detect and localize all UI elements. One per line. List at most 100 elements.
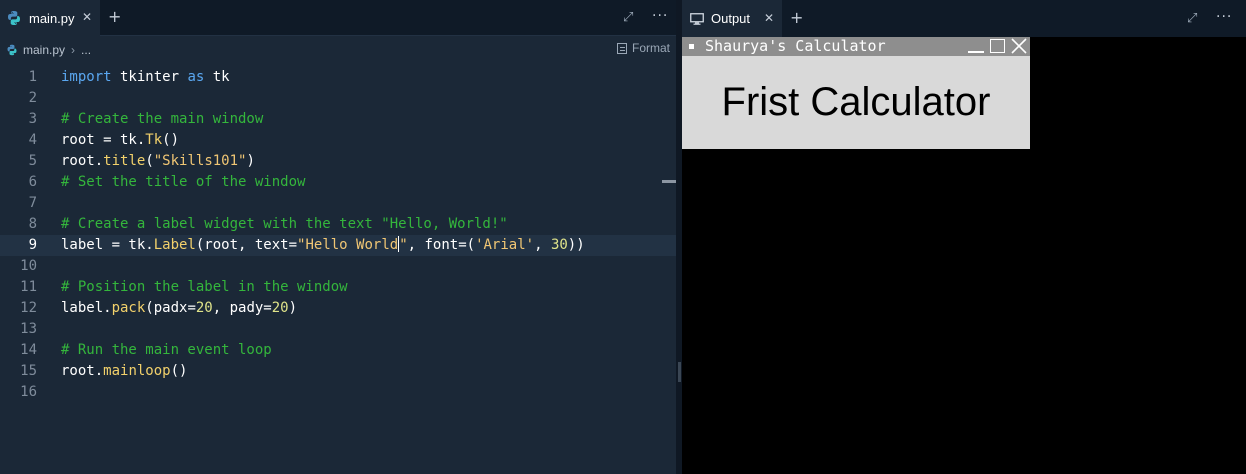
code-token: 'Arial'	[475, 237, 535, 253]
code-token: 30	[550, 237, 568, 253]
code-line[interactable]: 7	[0, 193, 676, 214]
expand-icon[interactable]: ⤢	[623, 10, 633, 25]
editor-tabbar: main.py ✕ + ⤢ ···	[0, 0, 676, 36]
line-source: label = tk.Label(root, text="Hello World…	[61, 235, 585, 256]
tk-window-title: Shaurya's Calculator	[705, 37, 886, 55]
tk-app-window[interactable]: Shaurya's Calculator Frist Calculator	[682, 37, 1030, 149]
code-token: # Create the main window	[61, 111, 264, 127]
python-file-icon	[8, 11, 20, 25]
add-tab-button[interactable]: +	[108, 7, 121, 26]
code-line[interactable]: 5 root.title("Skills101")	[0, 151, 676, 172]
code-line[interactable]: 3 # Create the main window	[0, 109, 676, 130]
code-line[interactable]: 12 label.pack(padx=20, pady=20)	[0, 298, 676, 319]
code-token: pack	[111, 300, 146, 316]
code-line[interactable]: 14 # Run the main event loop	[0, 340, 676, 361]
line-number: 10	[20, 258, 37, 274]
code-token: import	[61, 69, 112, 85]
code-token: # Run the main event loop	[61, 342, 272, 358]
close-icon[interactable]	[1011, 38, 1027, 54]
ide-window: main.py ✕ + ⤢ ··· main.py › ... Format 1…	[0, 0, 1246, 474]
close-icon[interactable]: ✕	[82, 10, 92, 24]
minimize-icon[interactable]	[968, 51, 984, 53]
code-token: tk	[204, 69, 230, 85]
expand-icon[interactable]: ⤢	[1187, 11, 1197, 26]
code-token: ()	[162, 132, 180, 148]
code-token: # Create a label widget with the text "H…	[61, 216, 508, 232]
code-token: Tk	[145, 132, 163, 148]
line-number: 13	[20, 321, 37, 337]
code-line[interactable]: 15 root.mainloop()	[0, 361, 676, 382]
output-pane: Output ✕ + ⤢ ··· Shaurya's Calculator Fr…	[682, 0, 1246, 474]
line-number: 2	[28, 90, 37, 106]
line-source: root.title("Skills101")	[61, 151, 255, 172]
code-token: "Hello World	[297, 237, 399, 253]
code-line[interactable]: 6 # Set the title of the window	[0, 172, 676, 193]
code-token: )	[246, 153, 255, 169]
line-source: # Create the main window	[61, 109, 263, 130]
code-token: as	[187, 69, 205, 85]
code-token: "Skills101"	[153, 153, 247, 169]
line-number: 8	[28, 216, 37, 232]
line-source: # Set the title of the window	[61, 172, 305, 193]
line-source: root.mainloop()	[61, 361, 187, 382]
code-token: (padx=	[145, 300, 196, 316]
tab-output[interactable]: Output ✕	[682, 0, 782, 37]
breadcrumb: main.py › ... Format	[0, 37, 676, 63]
line-number: 4	[28, 132, 37, 148]
line-source: import tkinter as tk	[61, 67, 230, 88]
line-number: 6	[28, 174, 37, 190]
code-token: 20	[195, 300, 213, 316]
code-line[interactable]: 16	[0, 382, 676, 403]
code-token: tkinter	[111, 69, 188, 85]
line-number: 3	[28, 111, 37, 127]
monitor-icon	[690, 12, 704, 25]
more-icon[interactable]: ···	[652, 8, 668, 24]
tk-titlebar[interactable]: Shaurya's Calculator	[682, 37, 1030, 56]
code-line[interactable]: 10	[0, 256, 676, 277]
line-source: label.pack(padx=20, pady=20)	[61, 298, 297, 319]
code-line[interactable]: 2	[0, 88, 676, 109]
code-token: Label	[153, 237, 196, 253]
tab-main-py[interactable]: main.py ✕	[0, 0, 100, 36]
line-source: # Create a label widget with the text "H…	[61, 214, 508, 235]
code-token: title	[103, 153, 146, 169]
code-token: mainloop	[103, 363, 171, 379]
python-file-icon	[7, 44, 17, 56]
code-line[interactable]: 11 # Position the label in the window	[0, 277, 676, 298]
code-token: ))	[567, 237, 585, 253]
window-menu-icon[interactable]	[689, 44, 694, 49]
format-button[interactable]: Format	[616, 41, 670, 55]
code-line[interactable]: 9 label = tk.Label(root, text="Hello Worl…	[0, 235, 676, 256]
code-line[interactable]: 4 root = tk.Tk()	[0, 130, 676, 151]
code-token: 20	[271, 300, 289, 316]
line-source: # Position the label in the window	[61, 277, 348, 298]
breadcrumb-rest[interactable]: ...	[81, 43, 91, 57]
code-token: # Position the label in the window	[61, 279, 348, 295]
maximize-icon[interactable]	[990, 39, 1005, 53]
code-token: # Set the title of the window	[61, 174, 306, 190]
code-line[interactable]: 13	[0, 319, 676, 340]
more-icon[interactable]: ···	[1216, 9, 1232, 25]
code-token: label = tk.	[61, 237, 154, 253]
add-tab-button[interactable]: +	[790, 8, 803, 27]
line-number: 9	[28, 237, 37, 253]
breadcrumb-separator: ›	[71, 43, 76, 57]
code-line[interactable]: 8 # Create a label widget with the text "…	[0, 214, 676, 235]
close-icon[interactable]: ✕	[764, 11, 774, 25]
code-area[interactable]: 1 import tkinter as tk 2 3 # Create the main…	[0, 67, 676, 403]
output-tabbar: Output ✕ + ⤢ ···	[682, 0, 1246, 37]
line-number: 16	[20, 384, 37, 400]
tab-label: main.py	[29, 10, 75, 26]
divider-handle[interactable]	[678, 362, 681, 382]
line-number: 7	[28, 195, 37, 211]
code-token: (	[145, 153, 154, 169]
line-number: 1	[28, 69, 37, 85]
format-icon	[616, 42, 627, 54]
line-number: 15	[20, 363, 37, 379]
breadcrumb-file[interactable]: main.py	[23, 43, 65, 57]
output-tab-label: Output	[711, 11, 751, 26]
line-number: 12	[20, 300, 37, 316]
code-token: "	[399, 237, 408, 253]
code-line[interactable]: 1 import tkinter as tk	[0, 67, 676, 88]
code-token: , font=(	[407, 237, 476, 253]
